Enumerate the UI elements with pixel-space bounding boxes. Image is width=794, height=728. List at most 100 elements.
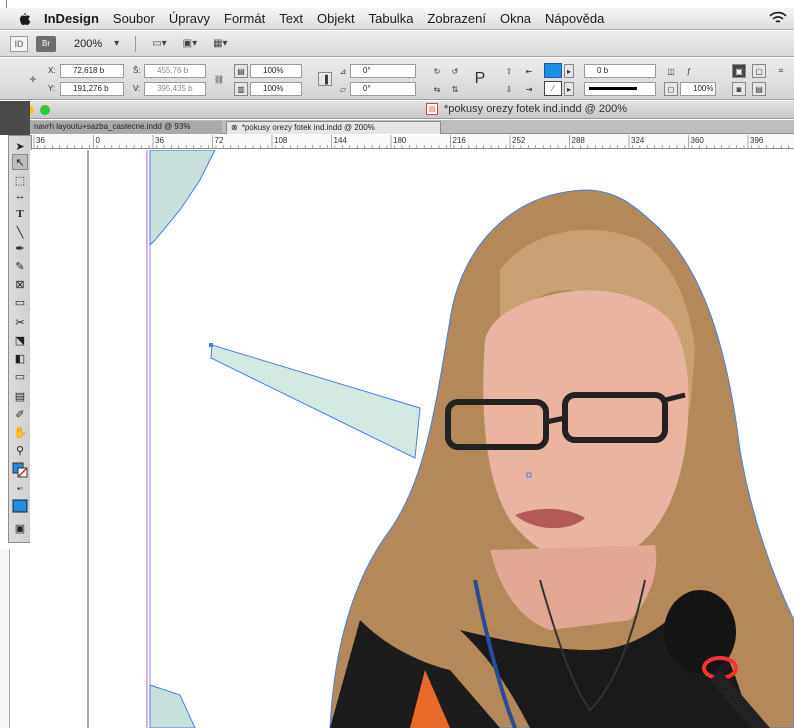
stroke-weight-field[interactable]: 0 b	[584, 64, 656, 78]
ruler-tick-label: 0	[96, 136, 101, 145]
select-previous-icon[interactable]: ⇤	[522, 64, 536, 78]
menu-objekt[interactable]: Objekt	[317, 11, 355, 26]
zoom-window-icon[interactable]	[40, 105, 50, 115]
tab-close-icon[interactable]: ⊗	[231, 123, 238, 132]
ruler-tick-label: 252	[512, 136, 526, 145]
document-title-bar: ▤ *pokusy orezy fotek ind.indd @ 200%	[0, 101, 794, 119]
scissors-tool-icon[interactable]: ✂	[12, 314, 28, 330]
apply-color-icon[interactable]	[12, 498, 28, 514]
scale-y-icon: ▥	[234, 82, 248, 96]
select-next-icon[interactable]: ⇥	[522, 82, 536, 96]
ruler-tick-label: 180	[393, 136, 407, 145]
direct-selection-tool-icon[interactable]: ↖	[12, 154, 28, 170]
width-field[interactable]: 455,76 b	[144, 64, 206, 78]
menu-okna[interactable]: Okna	[500, 11, 531, 26]
gradient-swatch-tool-icon[interactable]: ◧	[12, 350, 28, 366]
vertical-ruler[interactable]	[0, 549, 10, 728]
reference-point-icon[interactable]: ✛	[26, 72, 40, 86]
shear-angle-field[interactable]: 0°	[350, 82, 416, 96]
type-tool-icon[interactable]: T	[12, 206, 28, 222]
fill-chevron-right-icon[interactable]: ▸	[564, 64, 574, 78]
zoom-level-dropdown[interactable]: 200%	[74, 38, 102, 50]
zoom-chevron-down-icon[interactable]: ▾	[110, 35, 123, 53]
stroke-chevron-right-icon[interactable]: ▸	[564, 82, 574, 96]
menu-format[interactable]: Formát	[224, 11, 265, 26]
flip-horizontal-icon[interactable]: ⇆	[430, 82, 444, 96]
width-label: Š:	[133, 66, 141, 75]
gradient-feather-tool-icon[interactable]: ▭	[12, 368, 28, 384]
y-label: Y:	[48, 84, 56, 93]
scale-y-field[interactable]: 100%	[250, 82, 302, 96]
menu-text[interactable]: Text	[279, 11, 303, 26]
rotate-90-cw-icon[interactable]: ↻	[430, 64, 444, 78]
menu-napoveda[interactable]: Nápověda	[545, 11, 604, 26]
stroke-type-dropdown[interactable]	[584, 82, 656, 96]
pencil-tool-icon[interactable]: ✎	[12, 258, 28, 274]
default-colors-icon[interactable]: ▪▫	[12, 480, 28, 496]
text-frame-p-icon[interactable]: P	[468, 68, 492, 90]
y-position-field[interactable]: 191,276 b	[60, 82, 124, 96]
drop-shadow-icon[interactable]: ◫	[664, 64, 678, 78]
x-position-field[interactable]: 72,618 b	[60, 64, 124, 78]
selection-tool-icon[interactable]: ➤	[12, 138, 28, 154]
document-canvas[interactable]	[30, 150, 794, 728]
height-field[interactable]: 395,435 b	[144, 82, 206, 96]
stroke-none-swatch[interactable]: ⁄	[544, 81, 562, 96]
frame-shard[interactable]	[210, 344, 421, 459]
menu-app-name[interactable]: InDesign	[44, 11, 99, 26]
rotate-icon: ⊿	[339, 66, 347, 76]
ruler-tick-label: 288	[572, 136, 586, 145]
frame-sliver-bottom[interactable]	[149, 684, 196, 728]
constrain-scale-icon[interactable]: ▐	[318, 72, 332, 86]
photo-face	[483, 290, 689, 564]
screen-mode-button[interactable]: ▣▾	[179, 35, 201, 53]
tab-pokusy-orezy-label: *pokusy orezy fotek ind.indd @ 200%	[241, 123, 375, 132]
rotate-90-ccw-icon[interactable]: ↺	[448, 64, 462, 78]
wifi-icon[interactable]	[768, 10, 788, 26]
rotate-angle-field[interactable]: 0°	[350, 64, 416, 78]
document-tabs: navrh layoutu+sazba_castecne.indd @ 93% …	[30, 120, 794, 134]
rectangle-frame-tool-icon[interactable]: ⊠	[12, 276, 28, 292]
center-content-icon[interactable]: ◙	[732, 82, 746, 96]
line-tool-icon[interactable]: ╲	[12, 224, 28, 240]
fit-frame-icon[interactable]: ▢	[752, 64, 766, 78]
note-tool-icon[interactable]: ▤	[12, 388, 28, 404]
menu-upravy[interactable]: Úpravy	[169, 11, 210, 26]
zoom-tool-icon[interactable]: ⚲	[12, 442, 28, 458]
flip-vertical-icon[interactable]: ⇅	[448, 82, 462, 96]
scale-x-field[interactable]: 100%	[250, 64, 302, 78]
pen-tool-icon[interactable]: ✒	[12, 240, 28, 256]
eyedropper-tool-icon[interactable]: ✐	[12, 406, 28, 422]
select-container-icon[interactable]: ⇧	[502, 64, 516, 78]
rectangle-tool-icon[interactable]: ▭	[12, 294, 28, 310]
fit-content-icon[interactable]: ▣	[732, 64, 746, 78]
view-options-button[interactable]: ▭▾	[148, 35, 170, 53]
document-file-icon: ▤	[426, 103, 438, 115]
opacity-field[interactable]: 100%	[680, 82, 716, 96]
constrain-proportions-icon[interactable]: ⛓	[212, 72, 226, 86]
apple-icon[interactable]	[12, 10, 36, 28]
fill-stroke-icon[interactable]	[12, 462, 28, 478]
frame-sliver-top[interactable]	[149, 150, 216, 247]
tab-pokusy-orezy[interactable]: ⊗ *pokusy orezy fotek ind.indd @ 200%	[226, 121, 441, 134]
frame-fitting-icon[interactable]: ⌗	[774, 64, 788, 78]
normal-mode-icon[interactable]: ▣	[12, 520, 28, 536]
horizontal-ruler[interactable]: 36 0 36 72 108 144 180 216 252 288 324 360 396	[30, 135, 794, 149]
anchor-point[interactable]	[209, 343, 213, 347]
tab-navrh-layoutu[interactable]: navrh layoutu+sazba_castecne.indd @ 93%	[30, 121, 222, 134]
menu-soubor[interactable]: Soubor	[113, 11, 155, 26]
ruler-ticks: 36 0 36 72 108 144 180 216 252 288 324 360 396	[30, 135, 789, 148]
menu-zobrazeni[interactable]: Zobrazení	[427, 11, 486, 26]
height-label: V:	[133, 84, 141, 93]
bridge-button[interactable]: Br	[36, 35, 56, 52]
arrange-documents-button[interactable]: ▦▾	[209, 35, 231, 53]
hand-tool-icon[interactable]: ✋	[12, 424, 28, 440]
gap-tool-icon[interactable]: ↔	[12, 188, 28, 204]
select-content-icon[interactable]: ⇩	[502, 82, 516, 96]
free-transform-tool-icon[interactable]: ⬔	[12, 332, 28, 348]
fill-frame-icon[interactable]: ▤	[752, 82, 766, 96]
effects-fx-icon[interactable]: ƒ	[682, 64, 696, 78]
page-tool-icon[interactable]: ⬚	[12, 172, 28, 188]
fill-swatch[interactable]	[544, 63, 562, 78]
menu-tabulka[interactable]: Tabulka	[369, 11, 414, 26]
